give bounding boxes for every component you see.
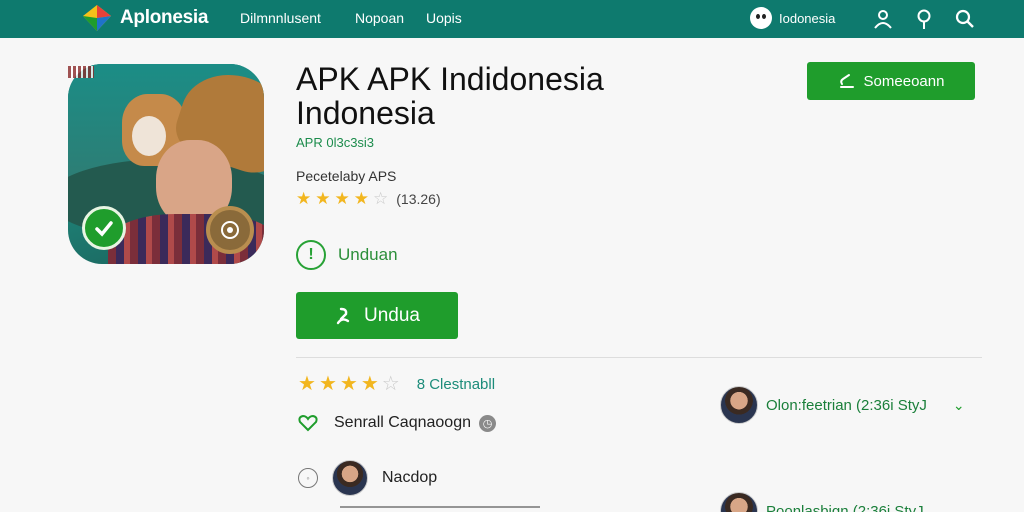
face-icon [750, 7, 772, 29]
download-icon [336, 307, 350, 324]
user-icon[interactable] [872, 8, 894, 30]
check-badge-icon [82, 206, 126, 250]
section-divider [296, 357, 982, 358]
nav-item-2[interactable]: Nopoan [355, 10, 404, 26]
top-download-label: Someeoann [863, 72, 945, 90]
review-item[interactable]: Olon:feetrian (2:36i StyJ ⌄ [720, 386, 965, 424]
region-selector[interactable]: Iodonesia [750, 7, 835, 29]
avatar [332, 460, 368, 496]
search-icon[interactable] [954, 8, 976, 30]
star-icon: ★ [315, 189, 331, 208]
star-icon: ★ [339, 373, 358, 395]
check-icon [95, 221, 113, 237]
review-text: Olon:feetrian (2:36i StyJ [766, 396, 927, 414]
star-icon: ★ [353, 189, 369, 208]
icon-goat-face [132, 116, 166, 156]
nav-item-3[interactable]: Uopis [426, 10, 462, 26]
user-label: Nacdop [382, 469, 438, 486]
star-icon: ★ [318, 373, 337, 395]
rating-count: (13.26) [396, 190, 441, 207]
star-empty-icon: ☆ [373, 189, 389, 208]
cut-off-text [340, 506, 540, 508]
user-row: ◦ Nacdop [298, 460, 437, 496]
chevron-down-icon[interactable]: ⌄ [950, 503, 962, 512]
feature-label: Senrall Caqnaoogn [334, 414, 471, 431]
play-badge-icon [206, 206, 254, 254]
heart-icon[interactable] [298, 414, 318, 432]
nav-item-1[interactable]: Dilmnnlusent [240, 10, 321, 26]
rating-summary: ★ ★ ★ ★ ☆ (13.26) [296, 190, 441, 207]
location-pin-icon[interactable] [913, 8, 935, 30]
rating-detail: ★ ★ ★ ★ ☆ 8 Clestnabll [298, 374, 495, 394]
star-icon: ★ [298, 373, 316, 395]
circle-outline-icon[interactable]: ◦ [298, 468, 318, 488]
top-bar: Aplonesia Dilmnnlusent Nopoan Uopis Iodo… [0, 0, 1024, 38]
star-empty-icon: ☆ [381, 373, 400, 395]
download-button[interactable]: Undua [296, 292, 458, 339]
info-ring-icon: ! [296, 240, 326, 270]
status-row: ! Unduan [296, 240, 398, 270]
clock-icon[interactable]: ◷ [479, 414, 496, 432]
star-icon: ★ [334, 189, 350, 208]
rating-detail-label[interactable]: 8 Clestnabll [417, 376, 495, 393]
top-download-button[interactable]: Someeoann [807, 62, 975, 100]
diamond-logo-icon [83, 5, 111, 31]
download-icon [839, 74, 854, 88]
app-category: Pecetelaby APS [296, 168, 397, 184]
download-label: Undua [364, 304, 420, 326]
developer-name[interactable]: APR 0l3c3si3 [296, 135, 374, 150]
review-text: Poonlasbign (2:36i StyJ [766, 502, 924, 512]
brand-logo[interactable]: Aplonesia [82, 4, 208, 32]
region-label: Iodonesia [779, 10, 836, 26]
star-icon: ★ [360, 373, 379, 395]
star-icon: ★ [296, 189, 312, 208]
status-label: Unduan [338, 245, 398, 264]
avatar [720, 386, 758, 424]
circle-icon [221, 221, 239, 239]
corner-flag-icon [68, 66, 94, 78]
avatar [720, 492, 758, 512]
review-item[interactable]: Poonlasbign (2:36i StyJ ⌄ [720, 492, 961, 512]
app-title: APK APK Indidonesia Indonesia [296, 61, 604, 131]
feature-row: Senrall Caqnaoogn ◷ [298, 414, 496, 432]
brand-name: Aplonesia [120, 7, 209, 28]
chevron-down-icon[interactable]: ⌄ [953, 397, 965, 414]
